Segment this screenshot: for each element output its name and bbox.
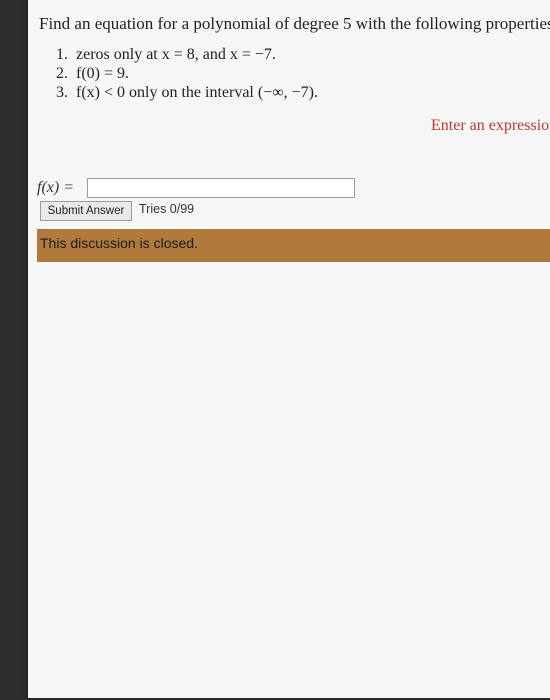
property-item: 2. f(0) = 9. — [56, 64, 318, 83]
question-page: Find an equation for a polynomial of deg… — [28, 0, 550, 698]
input-hint: Enter an expression — [431, 117, 550, 134]
property-number: 2. — [56, 65, 68, 82]
property-item: 3. f(x) < 0 only on the interval (−∞, −7… — [56, 83, 318, 102]
question-prompt: Find an equation for a polynomial of deg… — [39, 14, 550, 33]
tries-counter: Tries 0/99 — [139, 202, 195, 216]
answer-label: f(x) = — [37, 179, 74, 196]
property-text: f(x) < 0 only on the interval (−∞, −7). — [76, 84, 318, 101]
property-list: 1. zeros only at x = 8, and x = −7. 2. f… — [56, 45, 318, 102]
property-item: 1. zeros only at x = 8, and x = −7. — [56, 45, 318, 64]
property-text: zeros only at x = 8, and x = −7. — [76, 46, 276, 63]
submit-answer-button[interactable]: Submit Answer — [40, 201, 132, 221]
answer-input[interactable] — [87, 178, 355, 198]
property-number: 1. — [56, 46, 68, 63]
property-number: 3. — [56, 84, 68, 101]
property-text: f(0) = 9. — [76, 65, 130, 82]
discussion-closed-text: This discussion is closed. — [40, 235, 198, 251]
discussion-closed-banner: This discussion is closed. — [37, 229, 550, 262]
